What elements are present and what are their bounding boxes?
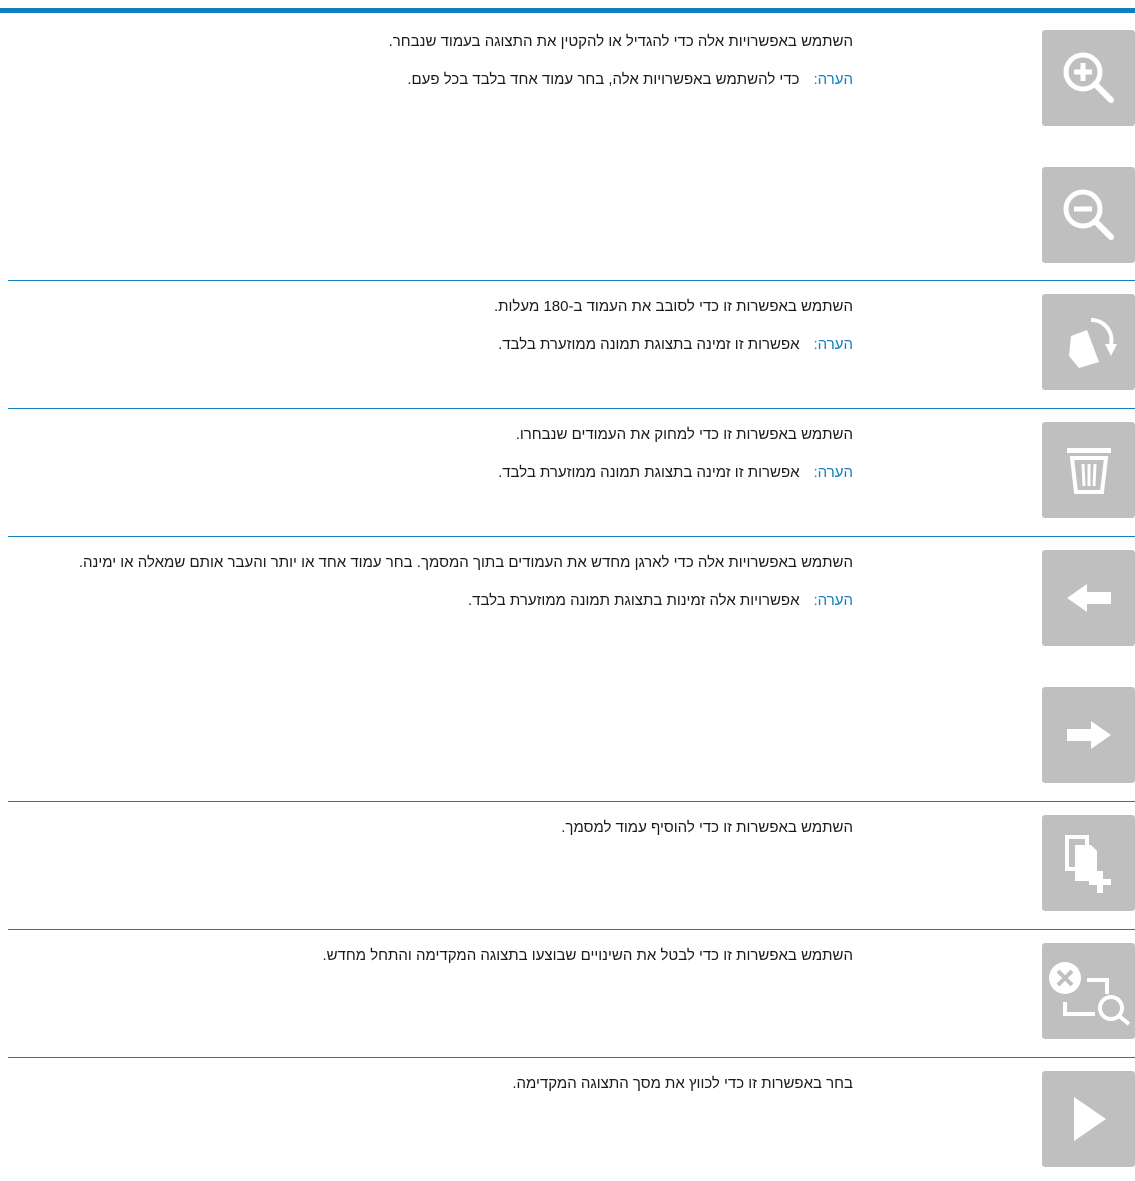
rotate-note: הערה: אפשרות זו זמינה בתצוגת תמונה ממוזער… xyxy=(8,335,853,355)
add-page-description: השתמש באפשרות זו כדי להוסיף עמוד למסמך. xyxy=(561,819,853,836)
delete-row-text: השתמש באפשרות זו כדי למחוק את העמודים שנ… xyxy=(8,425,853,483)
reset-row-text: השתמש באפשרות זו כדי לבטל את השינויים שב… xyxy=(8,946,853,966)
rotate-description: השתמש באפשרות זו כדי לסובב את העמוד ב-18… xyxy=(494,298,853,315)
note-label: הערה: xyxy=(813,336,853,353)
reorder-description: השתמש באפשרויות אלה כדי לארגן מחדש את הע… xyxy=(78,554,853,571)
collapse-preview-button[interactable] xyxy=(1042,1071,1135,1167)
collapse-preview-icon xyxy=(1073,1097,1106,1141)
reset-button[interactable] xyxy=(1042,943,1135,1039)
zoom-description: השתמש באפשרויות אלה כדי להגדיל או להקטין… xyxy=(388,33,853,50)
delete-note: הערה: אפשרות זו זמינה בתצוגת תמונה ממוזער… xyxy=(8,463,853,483)
note-label: הערה: xyxy=(813,592,853,609)
reset-description: השתמש באפשרות זו כדי לבטל את השינויים שב… xyxy=(322,947,853,964)
trash-icon xyxy=(1066,448,1111,494)
delete-description: השתמש באפשרות זו כדי למחוק את העמודים שנ… xyxy=(515,426,853,443)
add-page-row-text: השתמש באפשרות זו כדי להוסיף עמוד למסמך. xyxy=(8,818,853,838)
rotate-row-text: השתמש באפשרות זו כדי לסובב את העמוד ב-18… xyxy=(8,297,853,355)
zoom-out-button[interactable] xyxy=(1042,167,1135,263)
delete-button[interactable] xyxy=(1042,422,1135,518)
collapse-row-text: בחר באפשרות זו כדי לכווץ את מסך התצוגה ה… xyxy=(8,1074,853,1094)
section-divider xyxy=(8,801,1135,802)
rotate-page-icon xyxy=(1068,317,1117,368)
note-text: אפשרויות אלה זמינות בתצוגת תמונה ממוזערת… xyxy=(467,592,800,609)
note-label: הערה: xyxy=(813,464,853,481)
move-left-button[interactable] xyxy=(1042,550,1135,646)
section-divider xyxy=(8,408,1135,409)
zoom-row-text: השתמש באפשרויות אלה כדי להגדיל או להקטין… xyxy=(8,32,853,90)
zoom-in-button[interactable] xyxy=(1042,30,1135,126)
move-right-button[interactable] xyxy=(1042,687,1135,783)
section-divider xyxy=(8,1057,1135,1058)
arrow-right-icon xyxy=(1066,721,1111,749)
collapse-description: בחר באפשרות זו כדי לכווץ את מסך התצוגה ה… xyxy=(512,1075,853,1092)
reorder-row-text: השתמש באפשרויות אלה כדי לארגן מחדש את הע… xyxy=(8,553,853,611)
add-page-icon xyxy=(1064,835,1111,893)
rotate-button[interactable] xyxy=(1042,294,1135,390)
zoom-in-icon xyxy=(1063,52,1114,103)
note-text: כדי להשתמש באפשרויות אלה, בחר עמוד אחד ב… xyxy=(407,71,800,88)
note-label: הערה: xyxy=(813,71,853,88)
top-accent-bar xyxy=(0,8,1135,13)
section-divider xyxy=(8,536,1135,537)
zoom-out-icon xyxy=(1063,189,1114,240)
reset-preview-icon xyxy=(1048,962,1130,1026)
note-text: אפשרות זו זמינה בתצוגת תמונה ממוזערת בלב… xyxy=(498,464,800,481)
arrow-left-icon xyxy=(1066,584,1111,612)
note-text: אפשרות זו זמינה בתצוגת תמונה ממוזערת בלב… xyxy=(498,336,800,353)
section-divider xyxy=(8,929,1135,930)
add-page-button[interactable] xyxy=(1042,815,1135,911)
reorder-note: הערה: אפשרויות אלה זמינות בתצוגת תמונה ממ… xyxy=(8,591,853,611)
section-divider xyxy=(8,280,1135,281)
zoom-note: הערה: כדי להשתמש באפשרויות אלה, בחר עמוד … xyxy=(8,70,853,90)
